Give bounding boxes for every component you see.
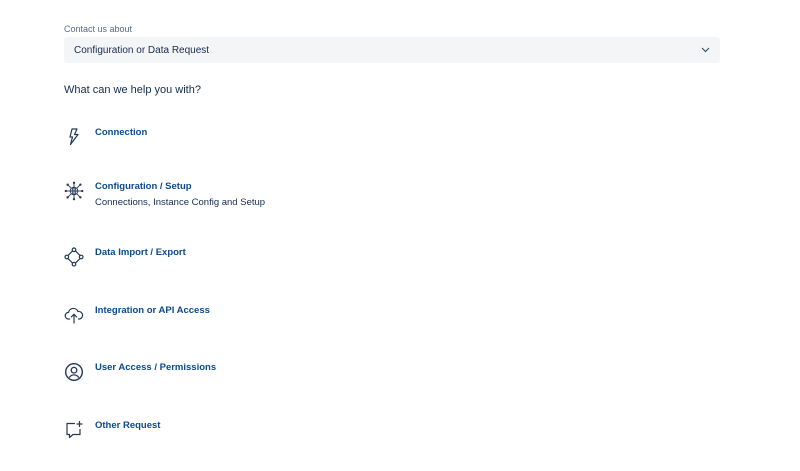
chat-plus-icon bbox=[64, 420, 84, 440]
lightning-icon bbox=[64, 127, 84, 147]
option-description: Connections, Instance Config and Setup bbox=[95, 197, 266, 208]
section-title: What can we help you with? bbox=[64, 84, 201, 96]
cloud-upload-icon bbox=[64, 305, 84, 325]
network-hub-icon bbox=[64, 181, 84, 201]
request-form: Contact us about Configuration or Data R… bbox=[0, 0, 800, 471]
user-circle-icon bbox=[64, 362, 84, 382]
select-value: Configuration or Data Request bbox=[74, 44, 210, 56]
option-title: User Access / Permissions bbox=[95, 362, 217, 373]
option-other-request[interactable]: Other Request bbox=[64, 420, 160, 440]
contact-label: Contact us about bbox=[64, 24, 133, 34]
option-title: Integration or API Access bbox=[95, 305, 210, 316]
option-data-import-export[interactable]: Data Import / Export bbox=[64, 247, 186, 267]
option-integration-api-access[interactable]: Integration or API Access bbox=[64, 305, 210, 325]
option-user-access-permissions[interactable]: User Access / Permissions bbox=[64, 362, 216, 382]
option-title: Connection bbox=[95, 127, 148, 138]
option-title: Other Request bbox=[95, 420, 161, 431]
option-title: Data Import / Export bbox=[95, 247, 186, 258]
option-configuration-setup[interactable]: Configuration / Setup Connections, Insta… bbox=[64, 181, 265, 209]
option-title: Configuration / Setup bbox=[95, 181, 192, 192]
option-connection[interactable]: Connection bbox=[64, 127, 147, 147]
chevron-down-icon bbox=[700, 45, 710, 55]
request-type-select[interactable]: Configuration or Data Request bbox=[64, 37, 720, 63]
diamond-nodes-icon bbox=[64, 247, 84, 267]
